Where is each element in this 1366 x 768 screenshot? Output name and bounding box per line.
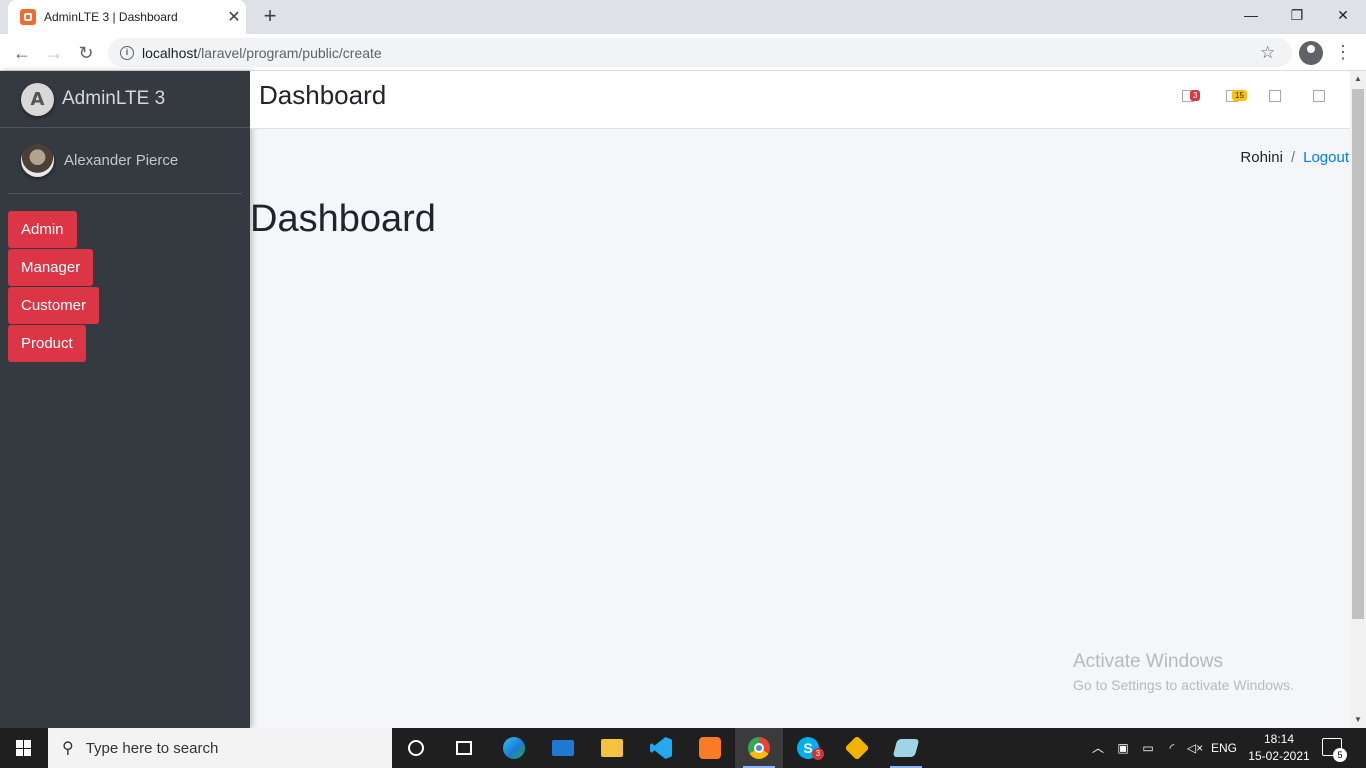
search-placeholder: Type here to search [85,739,219,757]
taskbar-mail[interactable] [539,728,587,768]
vscode-icon [650,737,672,759]
back-arrow-icon[interactable]: ← [9,40,35,66]
sidebar-item-manager[interactable]: Manager [8,249,94,286]
bookmark-star-icon[interactable]: ☆ [1260,43,1284,63]
git-icon [844,735,870,761]
fullscreen-icon[interactable] [1269,90,1281,102]
scroll-up-icon[interactable]: ▲ [1350,71,1366,87]
taskbar-app[interactable] [882,728,930,768]
taskbar-chrome[interactable] [735,728,783,768]
notifications-badge: 15 [1232,90,1247,101]
minimize-button[interactable]: — [1228,0,1274,30]
user-name[interactable]: Alexander Pierce [64,152,178,169]
start-button[interactable] [0,728,48,768]
sidebar-item-admin[interactable]: Admin [8,211,77,248]
browser-menu-icon[interactable]: ⋮ [1334,42,1352,62]
url-path: /laravel/program/public/create [197,44,382,61]
taskbar-skype[interactable]: S 3 [784,728,832,768]
browser-tab-bar: AdminLTE 3 | Dashboard ✕ + — ❐ ✕ [0,0,1366,34]
new-tab-button[interactable]: + [258,4,282,28]
user-panel: Alexander Pierce [8,128,242,194]
language-indicator[interactable]: ENG [1208,728,1240,768]
brand-text: AdminLTE 3 [62,88,166,109]
scroll-down-icon[interactable]: ▼ [1350,712,1366,728]
close-window-button[interactable]: ✕ [1320,0,1366,30]
profile-avatar-icon[interactable] [1299,41,1323,65]
address-bar[interactable]: i localhost/laravel/program/public/creat… [108,38,1292,67]
taskbar-search[interactable]: ⚲ Type here to search [48,728,392,768]
battery-icon[interactable]: ▭ [1139,728,1157,768]
adminlte-logo-icon: A [21,82,54,116]
tray-chevron-icon[interactable]: ︿ [1090,728,1106,768]
page-scrollbar[interactable]: ▲ ▼ [1350,71,1366,728]
taskbar-git[interactable] [833,728,881,768]
chrome-icon [748,737,770,759]
sidebar-menu: Admin Manager Customer Product [0,194,250,380]
watermark-title: Activate Windows [1073,651,1223,672]
wifi-icon[interactable]: ◜ [1163,728,1181,768]
edge-icon [503,737,525,759]
cortana-icon [408,740,424,756]
windows-activation-watermark: Activate Windows Go to Settings to activ… [1073,651,1294,693]
notification-count-badge: 5 [1333,748,1347,762]
browser-tab[interactable]: AdminLTE 3 | Dashboard ✕ [8,0,246,34]
taskbar-edge[interactable] [490,728,538,768]
page-title: Dashboard [250,198,436,240]
clock-date: 15-02-2021 [1248,749,1310,763]
xampp-favicon-icon [20,9,36,25]
mail-icon [552,740,574,756]
reload-icon[interactable]: ↻ [73,40,99,66]
windows-taskbar: ⚲ Type here to search S 3 ︿ ▣ ▭ ◜ ◁× ENG [0,728,1366,768]
taskbar-file-explorer[interactable] [588,728,636,768]
breadcrumb-separator: / [1290,149,1296,166]
taskbar-clock[interactable]: 18:14 15-02-2021 [1248,731,1310,765]
restore-button[interactable]: ❐ [1274,0,1320,30]
search-icon: ⚲ [62,740,74,757]
main-header: Dashboard 3 15 [250,71,1350,129]
watermark-subtitle: Go to Settings to activate Windows. [1073,677,1294,693]
messages-badge: 3 [1190,90,1201,101]
task-view-icon [456,741,472,755]
taskbar-vscode[interactable] [637,728,685,768]
windows-logo-icon [16,740,32,756]
task-view-button[interactable] [440,728,488,768]
network-status-icon[interactable]: ▣ [1114,728,1132,768]
forward-arrow-icon[interactable]: → [41,40,67,66]
tab-title: AdminLTE 3 | Dashboard [44,10,178,24]
volume-muted-icon[interactable]: ◁× [1186,728,1204,768]
app-icon [892,739,920,757]
control-sidebar-icon[interactable] [1313,90,1325,102]
breadcrumb-user: Rohini [1240,149,1283,166]
xampp-icon [699,737,721,759]
user-avatar [21,144,54,177]
url-host: localhost [142,44,198,61]
tab-close-icon[interactable]: ✕ [222,7,246,27]
scroll-thumb[interactable] [1352,89,1364,619]
clock-time: 18:14 [1263,732,1295,746]
skype-badge: 3 [812,748,824,760]
browser-toolbar: ← → ↻ i localhost/laravel/program/public… [0,34,1366,71]
sidebar-item-product[interactable]: Product [8,325,86,362]
url-text[interactable]: localhost/laravel/program/public/create [142,45,1260,61]
cortana-button[interactable] [392,728,440,768]
brand-link[interactable]: A AdminLTE 3 [0,71,250,128]
site-info-icon[interactable]: i [120,45,134,60]
taskbar-xampp[interactable] [686,728,734,768]
sidebar-item-customer[interactable]: Customer [8,287,100,324]
header-title: Dashboard [259,80,387,110]
breadcrumb: Rohini / Logout [1240,149,1349,166]
main-sidebar: A AdminLTE 3 Alexander Pierce Admin Mana… [0,71,250,728]
logout-link[interactable]: Logout [1303,149,1349,166]
folder-icon [601,739,623,757]
